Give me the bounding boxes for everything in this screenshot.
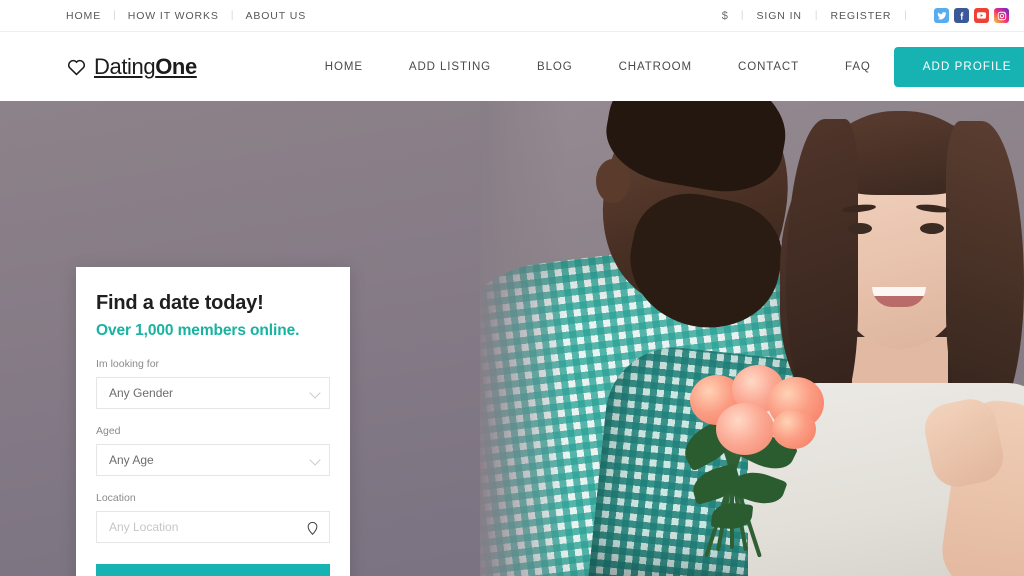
search-button[interactable]: Search bbox=[96, 564, 330, 576]
instagram-icon[interactable] bbox=[994, 8, 1009, 23]
topbar-separator: | bbox=[814, 10, 818, 21]
add-profile-button[interactable]: ADD PROFILE bbox=[893, 46, 1024, 87]
age-select-value: Any Age bbox=[109, 453, 154, 467]
logo-text-primary: Dating bbox=[94, 53, 156, 79]
topbar-separator: | bbox=[904, 10, 907, 21]
map-pin-icon bbox=[305, 520, 320, 541]
location-field-wrapper[interactable]: Any Location bbox=[96, 511, 330, 543]
topbar-link-about-us[interactable]: ABOUT US bbox=[245, 10, 306, 22]
site-logo[interactable]: Dating One bbox=[66, 54, 197, 80]
topbar-link-home[interactable]: HOME bbox=[66, 10, 101, 22]
nav-item-faq[interactable]: FAQ bbox=[822, 61, 894, 73]
topbar-separator: | bbox=[230, 10, 234, 21]
location-input-placeholder: Any Location bbox=[109, 520, 179, 534]
topbar-separator: | bbox=[113, 10, 116, 21]
hero-couple-photo bbox=[480, 101, 1024, 576]
photo-edge-fade bbox=[480, 101, 1024, 576]
nav-item-home[interactable]: HOME bbox=[302, 61, 386, 73]
search-card: Find a date today! Over 1,000 members on… bbox=[76, 267, 350, 576]
hero-section: Find a date today! Over 1,000 members on… bbox=[0, 101, 1024, 576]
facebook-icon[interactable] bbox=[954, 8, 969, 23]
currency-switcher[interactable]: $ bbox=[722, 10, 728, 22]
age-select[interactable]: Any Age bbox=[96, 444, 330, 476]
main-navigation: HOME ADD LISTING BLOG CHATROOM CONTACT F… bbox=[302, 61, 894, 73]
sign-in-link[interactable]: SIGN IN bbox=[757, 10, 802, 22]
nav-item-chatroom[interactable]: CHATROOM bbox=[596, 61, 715, 73]
page-root: HOME | HOW IT WORKS | ABOUT US $ | SIGN … bbox=[0, 0, 1024, 576]
label-looking-for: Im looking for bbox=[96, 358, 160, 370]
label-aged: Aged bbox=[96, 425, 121, 437]
label-location: Location bbox=[96, 492, 136, 504]
nav-item-contact[interactable]: CONTACT bbox=[715, 61, 822, 73]
register-link[interactable]: REGISTER bbox=[831, 10, 892, 22]
topbar-separator: | bbox=[740, 10, 744, 21]
utility-topbar: HOME | HOW IT WORKS | ABOUT US $ | SIGN … bbox=[0, 0, 1024, 32]
gender-select-value: Any Gender bbox=[109, 386, 174, 400]
nav-item-add-listing[interactable]: ADD LISTING bbox=[386, 61, 514, 73]
card-title: Find a date today! bbox=[96, 292, 264, 314]
field-location: Location Any Location bbox=[96, 492, 330, 543]
topbar-left-links: HOME | HOW IT WORKS | ABOUT US bbox=[66, 10, 306, 22]
twitter-icon[interactable] bbox=[934, 8, 949, 23]
nav-item-blog[interactable]: BLOG bbox=[514, 61, 596, 73]
field-gender: Im looking for Any Gender bbox=[96, 358, 330, 409]
site-header: Dating One HOME ADD LISTING BLOG CHATROOM… bbox=[0, 32, 1024, 101]
topbar-link-how-it-works[interactable]: HOW IT WORKS bbox=[128, 10, 219, 22]
logo-text-secondary: One bbox=[155, 53, 197, 79]
heart-icon bbox=[66, 57, 87, 76]
gender-select[interactable]: Any Gender bbox=[96, 377, 330, 409]
youtube-icon[interactable] bbox=[974, 8, 989, 23]
social-links bbox=[934, 8, 1009, 23]
field-age: Aged Any Age bbox=[96, 425, 330, 476]
card-subtitle: Over 1,000 members online. bbox=[96, 322, 300, 339]
topbar-right-links: $ | SIGN IN | REGISTER | bbox=[722, 8, 1009, 23]
